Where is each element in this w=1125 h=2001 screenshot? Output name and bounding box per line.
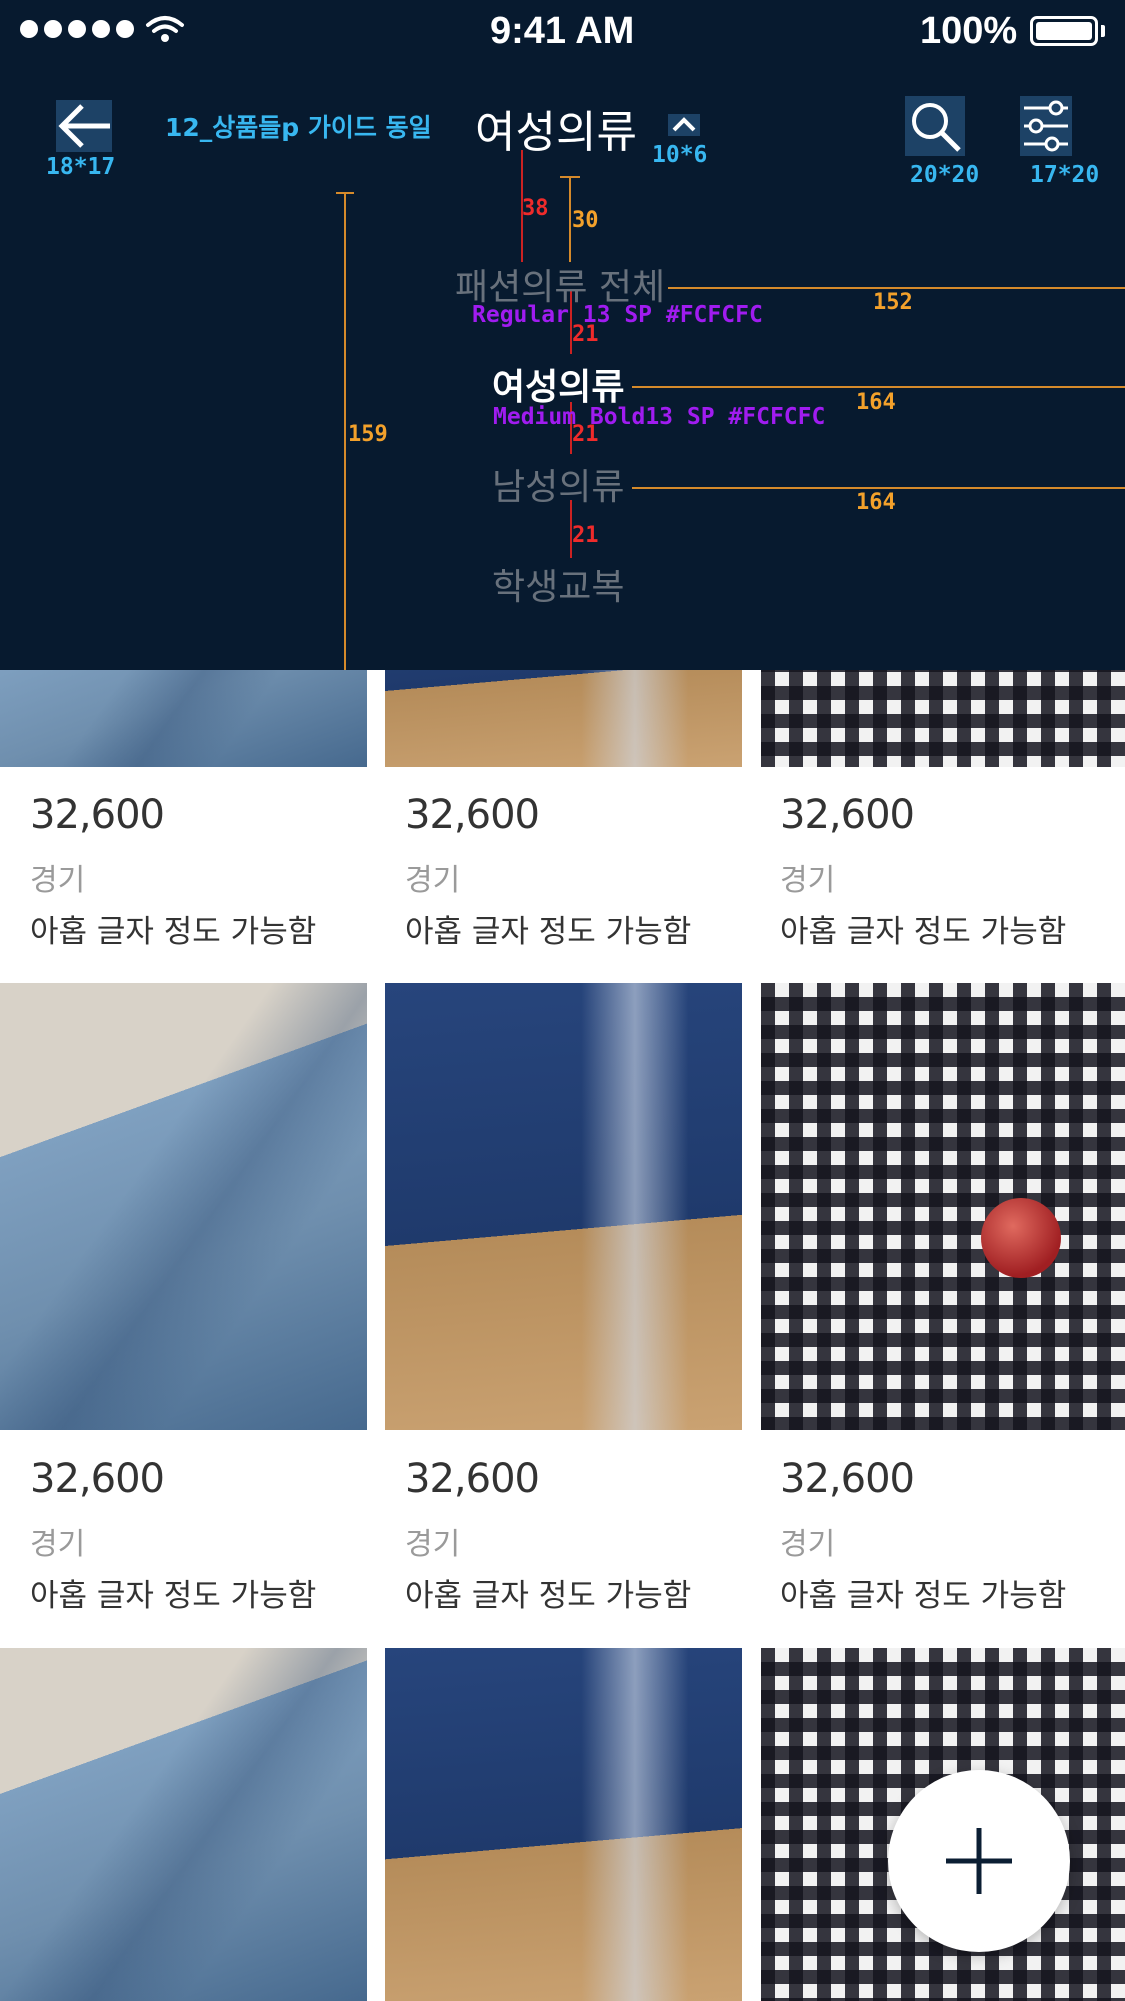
page-title: 여성의류 [475,107,637,158]
product-price: 32,600 [780,1456,915,1502]
product-image[interactable] [0,983,367,1430]
add-button[interactable] [888,1770,1070,1952]
product-region: 경기 [405,1527,461,1562]
regular-font-spec: Regular 13 SP #FCFCFC [472,302,763,328]
product-image[interactable] [385,983,742,1430]
product-region: 경기 [780,1527,836,1562]
product-image[interactable] [0,1648,367,2001]
wifi-icon [146,16,184,42]
apple-image [981,1198,1061,1278]
sliders-icon [1024,100,1068,152]
dim-152: 152 [873,290,913,315]
product-price: 32,600 [405,792,540,838]
battery-icon [1030,16,1098,46]
product-region: 경기 [405,863,461,898]
dim-164: 164 [856,490,896,515]
battery-percent: 100% [920,10,1018,52]
signal-strength-icon [20,20,134,38]
product-description: 아홉 글자 정도 가능함 [405,1578,692,1614]
plus-icon [946,1828,1012,1894]
product-price: 32,600 [780,792,915,838]
back-size-annotation: 18*17 [46,154,116,180]
dim-159: 159 [348,422,388,447]
product-price: 32,600 [30,792,165,838]
product-description: 아홉 글자 정도 가능함 [780,914,1067,950]
bold-font-spec: Medium Bold13 SP #FCFCFC [493,404,826,430]
guide-note: 12_상품들p 가이드 동일 [165,113,432,142]
menu-item-mens[interactable]: 남성의류 [492,458,624,510]
dim-30: 30 [572,208,599,233]
search-icon [912,103,961,152]
back-button[interactable] [56,100,112,152]
dim-21: 21 [572,523,599,548]
filter-size-annotation: 17*20 [1030,162,1100,188]
product-price: 32,600 [30,1456,165,1502]
product-price: 32,600 [405,1456,540,1502]
dim-164: 164 [856,390,896,415]
product-description: 아홉 글자 정도 가능함 [30,1578,317,1614]
product-description: 아홉 글자 정도 가능함 [780,1578,1067,1614]
product-description: 아홉 글자 정도 가능함 [30,914,317,950]
product-region: 경기 [30,1527,86,1562]
menu-item-school-uniform[interactable]: 학생교복 [492,558,624,610]
search-button[interactable] [905,96,965,156]
chevron-up-icon [668,114,700,136]
product-region: 경기 [30,863,86,898]
status-time: 9:41 AM [490,10,635,52]
product-image[interactable] [385,1648,742,2001]
filter-button[interactable] [1020,96,1072,156]
chevron-size-annotation: 10*6 [652,142,708,168]
product-description: 아홉 글자 정도 가능함 [405,914,692,950]
product-image[interactable] [761,983,1125,1430]
arrow-left-icon [58,104,110,148]
product-region: 경기 [780,863,836,898]
menu-item-womens[interactable]: 여성의류 [492,358,624,410]
dim-38: 38 [522,196,549,221]
category-dropdown-header: 9:41 AM 100% 18*17 12_상품들p 가이드 동일 여성의류 1… [0,0,1125,670]
search-size-annotation: 20*20 [910,162,980,188]
